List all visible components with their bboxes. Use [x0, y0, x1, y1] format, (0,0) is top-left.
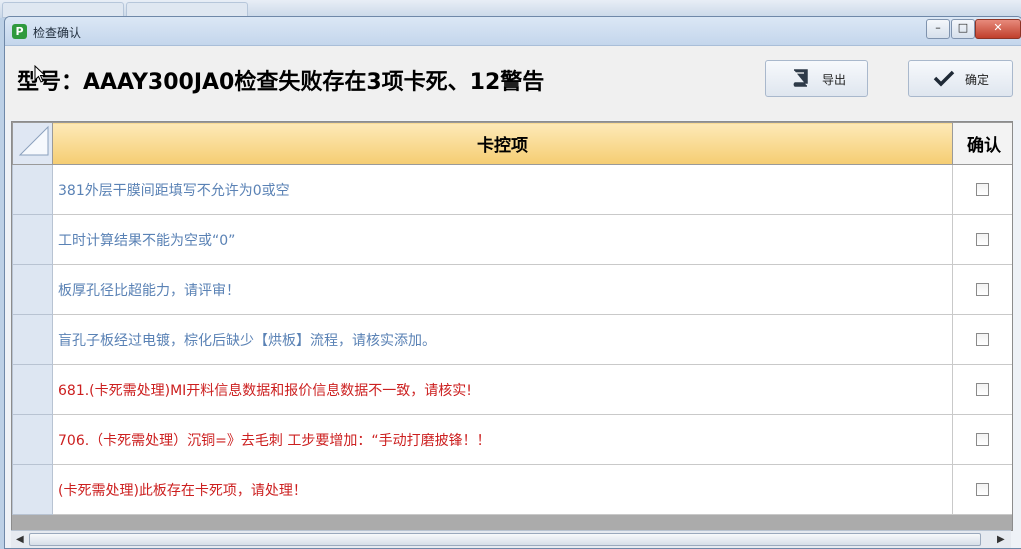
row-header[interactable]: [12, 214, 53, 265]
table-row[interactable]: 706.（卡死需处理）沉铜=》去毛刺 工步要增加：“手动打磨披锋！！: [12, 414, 1012, 465]
confirm-checkbox-cell[interactable]: [952, 164, 1012, 215]
table-row[interactable]: 681.(卡死需处理)MI开料信息数据和报价信息数据不一致，请核实!: [12, 364, 1012, 415]
title-bar: P 检查确认 – □ ✕: [5, 17, 1021, 46]
confirm-checkbox[interactable]: [976, 183, 989, 196]
page-title: 型号：AAAY300JA0检查失败存在3项卡死、12警告: [17, 70, 545, 95]
confirm-checkbox-cell[interactable]: [952, 464, 1012, 515]
check-item-text: (卡死需处理)此板存在卡死项，请处理！: [52, 464, 953, 515]
horizontal-scrollbar[interactable]: ◀ ▶: [11, 530, 1011, 548]
confirm-checkbox[interactable]: [976, 333, 989, 346]
check-item-text: 工时计算结果不能为空或“0”: [52, 214, 953, 265]
confirm-checkbox-cell[interactable]: [952, 214, 1012, 265]
table-row[interactable]: 盲孔子板经过电镀，棕化后缺少【烘板】流程，请核实添加。: [12, 314, 1012, 365]
grid-corner-select-all[interactable]: [12, 122, 53, 165]
confirm-checkbox-cell[interactable]: [952, 364, 1012, 415]
confirm-checkbox[interactable]: [976, 383, 989, 396]
confirm-checkbox[interactable]: [976, 233, 989, 246]
window-title: 检查确认: [33, 26, 82, 40]
check-items-grid: 卡控项 确认 381外层干膜间距填写不允许为0或空 工时计算结果不能为空或“0”: [11, 121, 1013, 531]
check-item-text: 盲孔子板经过电镀，棕化后缺少【烘板】流程，请核实添加。: [52, 314, 953, 365]
table-row[interactable]: 板厚孔径比超能力，请评审！: [12, 264, 1012, 315]
mouse-cursor-icon: [34, 65, 46, 83]
export-label: 导出: [822, 73, 847, 87]
row-header[interactable]: [12, 464, 53, 515]
confirm-button[interactable]: 确定: [908, 60, 1013, 97]
scroll-left-arrow-icon[interactable]: ◀: [16, 534, 24, 545]
confirm-checkbox[interactable]: [976, 283, 989, 296]
check-item-text: 706.（卡死需处理）沉铜=》去毛刺 工步要增加：“手动打磨披锋！！: [52, 414, 953, 465]
book-icon: [793, 69, 808, 87]
check-item-text: 381外层干膜间距填写不允许为0或空: [52, 164, 953, 215]
export-button[interactable]: 导出: [765, 60, 868, 97]
row-header[interactable]: [12, 314, 53, 365]
select-all-triangle-icon: [18, 125, 48, 156]
row-header[interactable]: [12, 264, 53, 315]
header-area: 型号：AAAY300JA0检查失败存在3项卡死、12警告 导出 确定: [5, 46, 1021, 120]
confirm-checkbox-cell[interactable]: [952, 414, 1012, 465]
table-row[interactable]: 381外层干膜间距填写不允许为0或空: [12, 164, 1012, 215]
column-header-confirm[interactable]: 确认: [952, 122, 1012, 165]
close-button[interactable]: ✕: [975, 19, 1021, 39]
confirm-checkbox-cell[interactable]: [952, 264, 1012, 315]
confirm-checkbox[interactable]: [976, 433, 989, 446]
minimize-button[interactable]: –: [926, 19, 950, 39]
column-header-check-item[interactable]: 卡控项: [52, 122, 953, 165]
maximize-button[interactable]: □: [951, 19, 975, 39]
row-header[interactable]: [12, 414, 53, 465]
scrollbar-thumb[interactable]: [29, 533, 981, 546]
table-row[interactable]: (卡死需处理)此板存在卡死项，请处理！: [12, 464, 1012, 515]
check-item-text: 681.(卡死需处理)MI开料信息数据和报价信息数据不一致，请核实!: [52, 364, 953, 415]
check-confirm-dialog: P 检查确认 – □ ✕ 型号：AAAY300JA0检查失败存在3项卡死、12警…: [4, 16, 1021, 549]
confirm-checkbox-cell[interactable]: [952, 314, 1012, 365]
check-item-text: 板厚孔径比超能力，请评审！: [52, 264, 953, 315]
row-header[interactable]: [12, 364, 53, 415]
app-p-icon: P: [12, 24, 27, 39]
scroll-right-arrow-icon[interactable]: ▶: [997, 534, 1005, 545]
confirm-label: 确定: [965, 73, 990, 87]
checkmark-icon: [933, 70, 955, 87]
row-header[interactable]: [12, 164, 53, 215]
table-row[interactable]: 工时计算结果不能为空或“0”: [12, 214, 1012, 265]
confirm-checkbox[interactable]: [976, 483, 989, 496]
